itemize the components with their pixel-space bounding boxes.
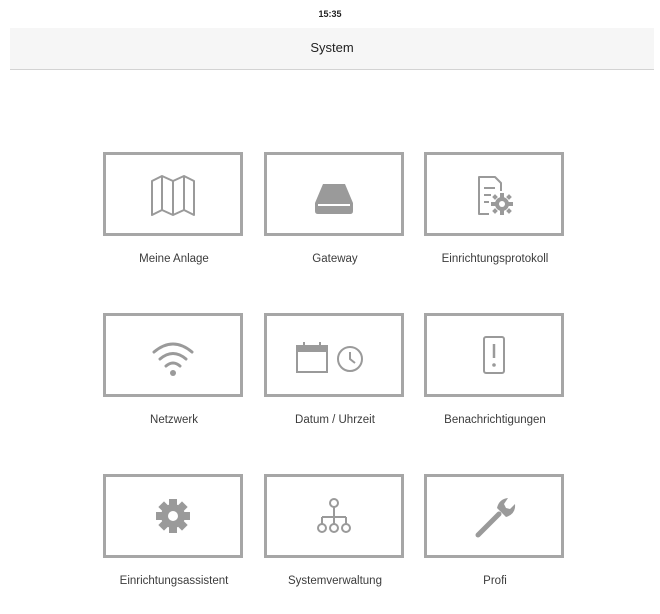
tile-einrichtungsassistent-button[interactable] [103,474,243,558]
tile-gateway-button[interactable] [264,152,404,236]
tile-benachrichtigungen-button[interactable] [424,313,564,397]
tile-label: Datum / Uhrzeit [295,414,375,426]
gateway-icon [315,184,353,214]
tile-benachrichtigungen[interactable]: Benachrichtigungen [407,313,583,453]
wifi-icon [152,342,194,376]
tile-gateway[interactable]: Gateway [247,152,423,292]
map-icon [151,175,195,216]
tile-profi[interactable]: Profi [407,474,583,614]
tile-meine-anlage[interactable]: Meine Anlage [86,152,262,292]
tile-netzwerk[interactable]: Netzwerk [86,313,262,453]
tile-systemverwaltung-button[interactable] [264,474,404,558]
wrench-icon [475,498,516,538]
tile-systemverwaltung[interactable]: Systemverwaltung [247,474,423,614]
notification-icon [483,336,505,374]
protocol-gear-icon [478,176,513,215]
tile-label: Einrichtungsprotokoll [441,253,549,265]
tile-label: Einrichtungsassistent [119,575,229,587]
tile-label: Gateway [312,253,358,265]
tile-einrichtungsprotokoll-button[interactable] [424,152,564,236]
system-menu-grid: Meine Anlage Gateway Einrichtungsprotoko… [0,0,660,588]
tile-label: Profi [483,575,507,587]
tile-einrichtungsassistent[interactable]: Einrichtungsassistent [86,474,262,614]
tile-datum-uhrzeit[interactable]: Datum / Uhrzeit [247,313,423,453]
tile-einrichtungsprotokoll[interactable]: Einrichtungsprotokoll [407,152,583,292]
tile-label: Benachrichtigungen [444,414,546,426]
hierarchy-icon [317,498,351,533]
gear-icon [156,499,190,533]
tile-netzwerk-button[interactable] [103,313,243,397]
tile-profi-button[interactable] [424,474,564,558]
tile-label: Meine Anlage [139,253,209,265]
tile-label: Systemverwaltung [288,575,382,587]
tile-meine-anlage-button[interactable] [103,152,243,236]
calendar-clock-icon [296,342,363,373]
tile-label: Netzwerk [150,414,198,426]
tile-datum-uhrzeit-button[interactable] [264,313,404,397]
